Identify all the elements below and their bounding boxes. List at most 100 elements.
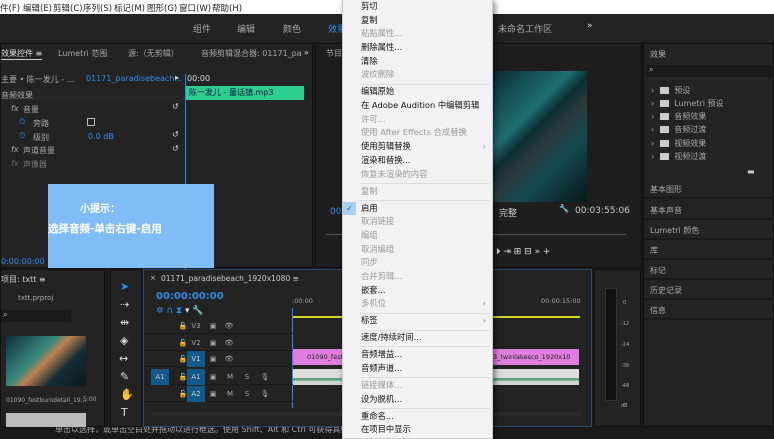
- tree-item-presets[interactable]: › 预设: [651, 85, 690, 96]
- track-a2[interactable]: A2: [187, 386, 205, 402]
- context-menu-item[interactable]: 标签 ›: [343, 314, 492, 328]
- tree-item-audio-effects[interactable]: › 音频效果: [651, 111, 706, 122]
- play-icon[interactable]: ▸: [175, 73, 179, 82]
- track-select-tool-icon[interactable]: ⇢: [120, 298, 129, 311]
- workspace-untitled[interactable]: 未命名工作区: [498, 22, 552, 35]
- workspace-color[interactable]: 颜色: [283, 22, 301, 35]
- context-menu-item[interactable]: 嵌套...: [343, 284, 492, 298]
- eye-icon[interactable]: 👁: [220, 351, 238, 367]
- workspace-assembly[interactable]: 组件: [193, 22, 211, 35]
- menu-clip[interactable]: 剪辑(C): [53, 2, 83, 14]
- context-menu-item[interactable]: 音频增益...: [343, 348, 492, 362]
- workspace-overflow[interactable]: »: [587, 21, 593, 31]
- eye-icon[interactable]: 👁: [220, 335, 238, 351]
- volume-effect[interactable]: 音量: [23, 104, 39, 115]
- context-menu-item[interactable]: 使用剪辑替换 ›: [343, 140, 492, 154]
- context-menu-item[interactable]: 启用 ✓: [343, 201, 492, 216]
- hand-tool-icon[interactable]: ✋: [120, 388, 134, 401]
- wrench-icon[interactable]: 🔧: [559, 204, 569, 213]
- stopwatch-icon[interactable]: ⏱: [19, 117, 25, 127]
- project-panel: 项目: txtt ≡ txtt.prproj ⌕ 01090_festburnd…: [0, 269, 105, 428]
- slip-tool-icon[interactable]: ↔: [119, 352, 128, 365]
- source-patch-a1[interactable]: A1: [151, 369, 169, 385]
- menu-marker[interactable]: 标记(M): [114, 2, 145, 14]
- context-menu-item[interactable]: 在项目中显示: [343, 423, 492, 437]
- bypass-checkbox[interactable]: [87, 118, 95, 126]
- reset-icon[interactable]: ↺: [172, 144, 179, 153]
- panner-effect[interactable]: 声像器: [23, 159, 47, 170]
- panel-essential-sound[interactable]: 基本声音: [644, 201, 774, 220]
- effects-search-input[interactable]: ⌕: [646, 65, 774, 77]
- menu-file[interactable]: 件(F): [0, 2, 20, 14]
- context-menu-item[interactable]: 重命名...: [343, 410, 492, 424]
- tip-box: 小提示： 选择音频-单击右键-启用: [48, 184, 214, 268]
- context-menu-item[interactable]: 渲染和替换...: [343, 154, 492, 168]
- context-menu-item[interactable]: 剪切: [343, 0, 492, 14]
- eye-icon[interactable]: 👁: [220, 318, 238, 334]
- audio-clip[interactable]: 陈一发儿 - 童话镇.mp3: [186, 86, 304, 100]
- timeline-timecode[interactable]: 00:00:00:00: [156, 291, 224, 302]
- selection-tool-icon[interactable]: ➤: [120, 280, 129, 293]
- context-menu-item[interactable]: 编辑原始: [343, 85, 492, 99]
- context-menu-item[interactable]: 在 Adobe Audition 中编辑剪辑: [343, 99, 492, 113]
- master-clip-label[interactable]: 主要 • 陈一发儿 - ...: [1, 74, 74, 85]
- tree-item-video-effects[interactable]: › 视频效果: [651, 138, 706, 149]
- new-folder-icon[interactable]: ▬: [747, 167, 755, 176]
- stopwatch-icon[interactable]: ⏱: [19, 131, 25, 141]
- pen-tool-icon[interactable]: ✎: [120, 370, 129, 383]
- razor-tool-icon[interactable]: ◈: [120, 334, 128, 347]
- mute-button[interactable]: M: [221, 369, 239, 385]
- context-menu-item[interactable]: 清除: [343, 55, 492, 69]
- quality-dropdown[interactable]: 完整: [499, 206, 517, 219]
- context-menu-item[interactable]: 音频声道...: [343, 362, 492, 376]
- menu-help[interactable]: 帮助(H): [212, 2, 242, 14]
- tree-item-audio-transitions[interactable]: › 音频过渡: [651, 124, 706, 135]
- tab-audio-clip-mixer[interactable]: 音频剪辑混合器: 01171_pa: [201, 48, 302, 59]
- context-menu-item[interactable]: 复制: [343, 14, 492, 28]
- panel-essential-graphics[interactable]: 基本图形: [644, 180, 774, 199]
- menu-graphics[interactable]: 图形(G): [147, 2, 177, 14]
- context-menu-item[interactable]: 删除属性...: [343, 41, 492, 55]
- menu-window[interactable]: 窗口(W): [179, 2, 211, 14]
- timeline-close-icon[interactable]: ×: [150, 274, 156, 282]
- level-value[interactable]: 0.0 dB: [88, 132, 114, 141]
- ec-timecode[interactable]: 0:00:00:00: [1, 257, 45, 266]
- transport-controls[interactable]: ⏵ ⇥ ⊞ ⊟ » +: [496, 247, 550, 257]
- project-search-input[interactable]: ⌕: [1, 310, 71, 322]
- context-menu-item[interactable]: 设为脱机...: [343, 393, 492, 407]
- workspace-editing[interactable]: 编辑: [237, 22, 255, 35]
- reset-icon[interactable]: ↺: [172, 102, 179, 111]
- tab-source[interactable]: 源:（无剪辑）: [128, 48, 179, 59]
- tree-item-video-transitions[interactable]: › 视频过渡: [651, 151, 706, 162]
- tab-effect-controls[interactable]: 效果控件 ≡: [1, 48, 43, 60]
- channel-volume-effect[interactable]: 声道音量: [23, 145, 55, 156]
- panel-overflow[interactable]: »: [304, 48, 309, 57]
- panel-info[interactable]: 信息: [644, 301, 774, 320]
- type-tool-icon[interactable]: T: [121, 406, 128, 419]
- context-menu-item[interactable]: 速度/持续时间...: [343, 331, 492, 345]
- tree-item-lumetri-presets[interactable]: › Lumetri 预设: [651, 98, 724, 109]
- sequence-clip-dropdown[interactable]: 01171_paradisebeach...: [86, 74, 182, 83]
- track-a1[interactable]: A1: [187, 369, 205, 385]
- menu-edit[interactable]: 编辑(E): [23, 2, 52, 14]
- solo-button[interactable]: S: [238, 369, 256, 385]
- panel-lumetri-color[interactable]: Lumetri 颜色: [644, 221, 774, 240]
- track-v3[interactable]: V3: [187, 318, 205, 334]
- track-v1[interactable]: V1: [187, 351, 205, 367]
- mic-icon[interactable]: 🎙: [256, 386, 274, 402]
- track-v2[interactable]: V2: [187, 335, 205, 351]
- clip-thumbnail[interactable]: [6, 336, 86, 386]
- panel-markers[interactable]: 标记: [644, 261, 774, 280]
- audio-effects-heading: 音频效果: [1, 91, 33, 100]
- ripple-edit-tool-icon[interactable]: ⇹: [120, 316, 129, 329]
- clip-thumbnail[interactable]: [6, 413, 86, 428]
- reset-icon[interactable]: ↺: [172, 130, 179, 139]
- panel-history[interactable]: 历史记录: [644, 281, 774, 300]
- mute-button[interactable]: M: [221, 386, 239, 402]
- menu-sequence[interactable]: 序列(S): [83, 2, 112, 14]
- mic-icon[interactable]: 🎙: [256, 369, 274, 385]
- solo-button[interactable]: S: [238, 386, 256, 402]
- panel-libraries[interactable]: 库: [644, 241, 774, 260]
- tab-lumetri-scopes[interactable]: Lumetri 范围: [58, 48, 107, 59]
- timeline-tool-icons[interactable]: ✲ ∩ ⧗ ▾ 🔧: [156, 306, 204, 316]
